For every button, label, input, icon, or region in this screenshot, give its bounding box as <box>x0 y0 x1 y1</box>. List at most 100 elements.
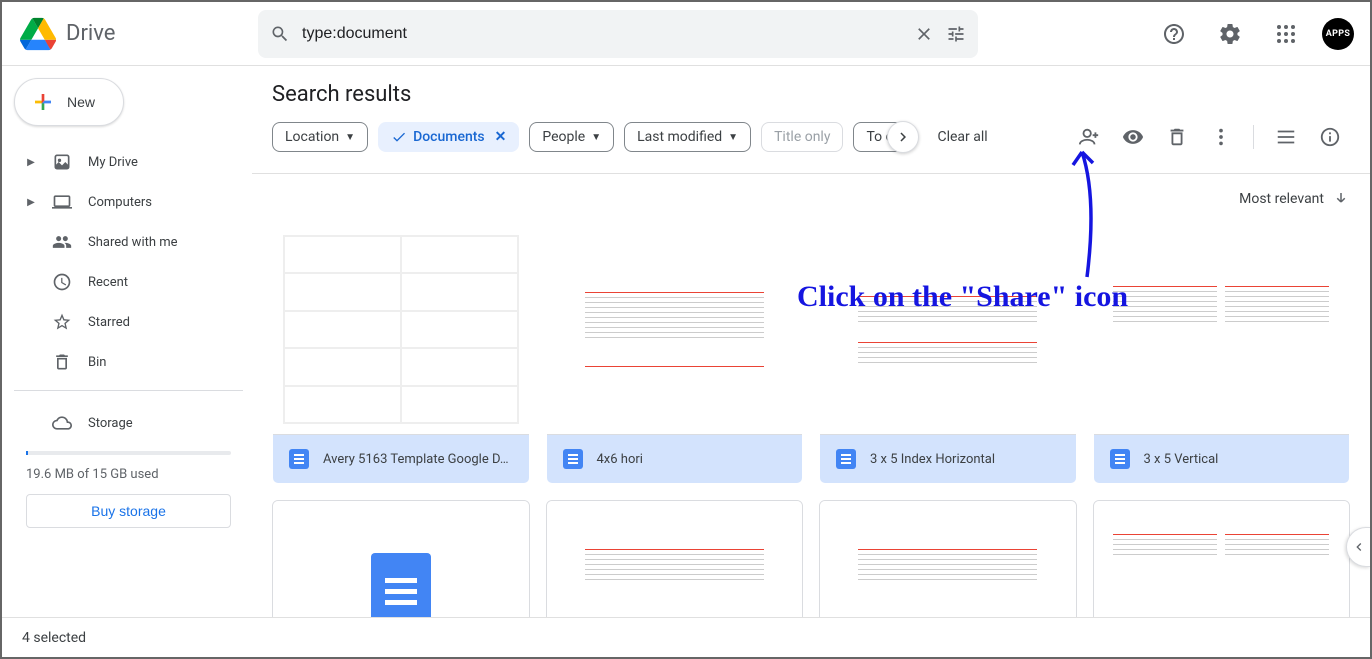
search-icon <box>270 24 290 44</box>
drive-logo-icon[interactable] <box>18 14 58 54</box>
logo-area: Drive <box>18 14 258 54</box>
sidebar: New ▶ My Drive ▶ Computers ▶ Shared with… <box>2 66 252 617</box>
app-name[interactable]: Drive <box>66 21 115 46</box>
computers-icon <box>52 192 72 212</box>
trash-icon[interactable] <box>1157 117 1197 157</box>
sidebar-item-computers[interactable]: ▶ Computers <box>14 182 243 222</box>
chevron-right-icon: ▶ <box>26 197 36 208</box>
clear-all-button[interactable]: Clear all <box>929 129 995 145</box>
sidebar-item-label: Bin <box>88 355 106 370</box>
preview-icon[interactable] <box>1113 117 1153 157</box>
doc-icon <box>289 449 309 469</box>
cloud-icon <box>52 413 72 433</box>
dropdown-icon: ▼ <box>345 132 355 143</box>
main: New ▶ My Drive ▶ Computers ▶ Shared with… <box>2 66 1370 617</box>
chip-modified[interactable]: Last modified▼ <box>624 122 751 152</box>
chip-location[interactable]: Location▼ <box>272 122 368 152</box>
file-card[interactable]: 3 x 5 Index Horizontal <box>819 224 1077 484</box>
content-area: Search results Location▼ Documents ✕ Peo… <box>252 66 1370 617</box>
content-header: Search results Location▼ Documents ✕ Peo… <box>252 66 1370 165</box>
new-button[interactable]: New <box>14 78 124 126</box>
file-name: 3 x 5 Index Horizontal <box>870 452 995 467</box>
chevron-right-icon: ▶ <box>26 157 36 168</box>
file-card[interactable] <box>819 500 1077 617</box>
sidebar-item-starred[interactable]: ▶ Starred <box>14 302 243 342</box>
settings-icon[interactable] <box>1210 14 1250 54</box>
file-thumbnail <box>1094 501 1350 617</box>
file-thumbnail <box>273 225 529 435</box>
apps-grid-icon[interactable] <box>1266 14 1306 54</box>
sidebar-item-label: My Drive <box>88 155 138 170</box>
dropdown-icon: ▼ <box>728 132 738 143</box>
chip-close-icon[interactable]: ✕ <box>495 129 507 145</box>
file-thumbnail <box>1094 225 1350 435</box>
recent-icon <box>52 272 72 292</box>
doc-icon <box>836 449 856 469</box>
sidebar-item-storage[interactable]: ▶ Storage <box>14 403 243 443</box>
dropdown-icon: ▼ <box>591 132 601 143</box>
mydrive-icon <box>52 152 72 172</box>
file-name: 3 x 5 Vertical <box>1144 452 1219 467</box>
sidebar-item-recent[interactable]: ▶ Recent <box>14 262 243 302</box>
doc-icon <box>1110 449 1130 469</box>
file-grid: Avery 5163 Template Google D… 4x6 hori 3… <box>272 224 1350 617</box>
file-thumbnail <box>547 225 803 435</box>
shared-icon <box>52 232 72 252</box>
file-card[interactable] <box>1093 500 1351 617</box>
sidebar-item-label: Computers <box>88 195 152 210</box>
plus-icon <box>31 90 55 114</box>
support-icon[interactable] <box>1154 14 1194 54</box>
file-name: Avery 5163 Template Google D… <box>323 452 509 467</box>
search-options-icon[interactable] <box>946 24 966 44</box>
file-grid-area[interactable]: Most relevant Avery 5163 Template Google… <box>252 174 1370 617</box>
sidebar-item-label: Starred <box>88 315 130 330</box>
filter-row: Location▼ Documents ✕ People▼ Last modif… <box>272 117 1350 157</box>
list-view-icon[interactable] <box>1266 117 1306 157</box>
new-button-label: New <box>67 94 95 110</box>
arrow-down-icon <box>1332 190 1350 208</box>
chip-scroll-right[interactable] <box>887 121 919 153</box>
file-card[interactable]: 3 x 5 Vertical <box>1093 224 1351 484</box>
chevron-right-icon <box>894 128 912 146</box>
share-icon[interactable] <box>1069 117 1109 157</box>
sidebar-item-bin[interactable]: ▶ Bin <box>14 342 243 382</box>
account-avatar[interactable]: APPS <box>1322 18 1354 50</box>
sidebar-item-mydrive[interactable]: ▶ My Drive <box>14 142 243 182</box>
storage-bar <box>26 451 231 455</box>
sidebar-item-label: Storage <box>88 416 133 431</box>
file-card[interactable] <box>546 500 804 617</box>
buy-storage-button[interactable]: Buy storage <box>26 494 231 528</box>
sidebar-item-shared[interactable]: ▶ Shared with me <box>14 222 243 262</box>
info-icon[interactable] <box>1310 117 1350 157</box>
file-thumbnail <box>547 501 803 617</box>
doc-icon <box>563 449 583 469</box>
search-bar[interactable] <box>258 10 978 58</box>
storage-used-text: 19.6 MB of 15 GB used <box>14 463 243 486</box>
file-card[interactable]: 4x6 hori <box>546 224 804 484</box>
header: Drive APPS <box>2 2 1370 66</box>
sidebar-item-label: Recent <box>88 275 128 290</box>
file-thumbnail <box>820 225 1076 435</box>
file-name: 4x6 hori <box>597 452 643 467</box>
more-icon[interactable] <box>1201 117 1241 157</box>
chip-people[interactable]: People▼ <box>529 122 614 152</box>
chip-documents[interactable]: Documents ✕ <box>378 122 519 152</box>
file-card[interactable]: Avery 5163 Template Google D… <box>272 224 530 484</box>
check-icon <box>391 129 407 145</box>
clear-search-icon[interactable] <box>914 24 934 44</box>
sort-button[interactable]: Most relevant <box>1239 190 1350 208</box>
file-thumbnail <box>820 501 1076 617</box>
divider <box>14 390 243 391</box>
bin-icon <box>52 352 72 372</box>
footer-bar: 4 selected <box>2 617 1370 657</box>
sidebar-item-label: Shared with me <box>88 235 178 250</box>
file-card[interactable] <box>272 500 530 617</box>
chip-titleonly[interactable]: Title only <box>761 122 843 152</box>
search-input[interactable] <box>302 25 902 43</box>
file-thumbnail <box>273 501 529 617</box>
chevron-left-icon <box>1351 539 1367 555</box>
header-actions: APPS <box>1154 14 1354 54</box>
page-title: Search results <box>272 82 1350 107</box>
selection-count: 4 selected <box>22 630 86 646</box>
star-icon <box>52 312 72 332</box>
